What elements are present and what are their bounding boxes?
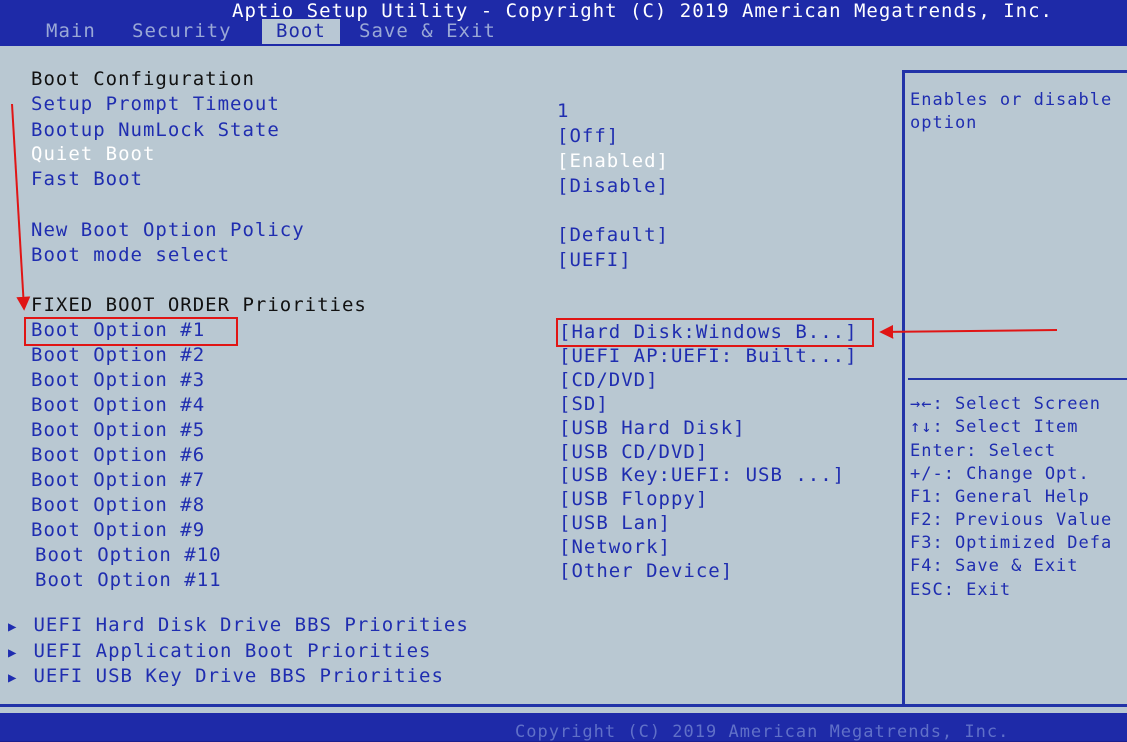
boot-option-7-value[interactable]: [USB Key:UEFI: USB ...] (559, 464, 845, 486)
setting-setup-prompt-timeout-value[interactable]: 1 (557, 100, 569, 122)
boot-option-4-value[interactable]: [SD] (559, 393, 609, 415)
submenu-uefi-application-boot[interactable]: ▶ UEFI Application Boot Priorities (8, 640, 431, 662)
setting-bootup-numlock-state[interactable]: Bootup NumLock State (31, 119, 280, 141)
tab-boot[interactable]: Boot (262, 19, 340, 44)
boot-option-9-value[interactable]: [USB Lan] (559, 512, 671, 534)
setting-new-boot-option-policy[interactable]: New Boot Option Policy (31, 219, 305, 241)
help-pane-top-border (902, 70, 1127, 73)
submenu-arrow-icon: ▶ (8, 670, 18, 686)
boot-option-3[interactable]: Boot Option #3 (31, 369, 205, 391)
help-key-esc: ESC: Exit (910, 580, 1012, 600)
help-key-enter: Enter: Select (910, 441, 1057, 461)
help-pane-separator (908, 378, 1127, 380)
boot-option-8-value[interactable]: [USB Floppy] (559, 488, 708, 510)
help-description-line1: Enables or disable (910, 90, 1113, 110)
footer-copyright: Copyright (C) 2019 American Megatrends, … (515, 722, 1010, 742)
setting-boot-mode-select[interactable]: Boot mode select (31, 244, 230, 266)
title-bar: Aptio Setup Utility - Copyright (C) 2019… (0, 0, 1127, 46)
footer-bar: Copyright (C) 2019 American Megatrends, … (0, 713, 1127, 742)
boot-option-6[interactable]: Boot Option #6 (31, 444, 205, 466)
boot-option-6-value[interactable]: [USB CD/DVD] (559, 441, 708, 463)
submenu-uefi-hard-disk-bbs[interactable]: ▶ UEFI Hard Disk Drive BBS Priorities (8, 614, 469, 636)
submenu-arrow-icon: ▶ (8, 619, 18, 635)
boot-option-9[interactable]: Boot Option #9 (31, 519, 205, 541)
setting-fast-boot-value[interactable]: [Disable] (557, 175, 669, 197)
setting-fast-boot[interactable]: Fast Boot (31, 168, 143, 190)
tab-security[interactable]: Security (132, 19, 232, 44)
submenu-arrow-icon: ▶ (8, 645, 18, 661)
submenu-label: UEFI Hard Disk Drive BBS Priorities (33, 614, 469, 636)
boot-option-5-value[interactable]: [USB Hard Disk] (559, 417, 746, 439)
setting-setup-prompt-timeout[interactable]: Setup Prompt Timeout (31, 93, 280, 115)
help-key-select-screen: →←: Select Screen (910, 394, 1101, 414)
boot-panel: Boot Configuration Setup Prompt Timeout … (0, 46, 1127, 713)
boot-option-7[interactable]: Boot Option #7 (31, 469, 205, 491)
settings-pane: Boot Configuration Setup Prompt Timeout … (0, 46, 902, 706)
tab-save-exit[interactable]: Save & Exit (359, 19, 496, 44)
help-key-f3: F3: Optimized Defa (910, 533, 1113, 553)
setting-boot-mode-select-value[interactable]: [UEFI] (557, 249, 632, 271)
boot-option-3-value[interactable]: [CD/DVD] (559, 369, 659, 391)
setting-bootup-numlock-value[interactable]: [Off] (557, 125, 619, 147)
boot-option-10[interactable]: Boot Option #10 (35, 544, 222, 566)
boot-option-4[interactable]: Boot Option #4 (31, 394, 205, 416)
help-key-select-item: ↑↓: Select Item (910, 417, 1079, 437)
window-title: Aptio Setup Utility - Copyright (C) 2019… (232, 0, 1053, 22)
help-key-f4: F4: Save & Exit (910, 556, 1079, 576)
setting-quiet-boot-value[interactable]: [Enabled] (557, 150, 669, 172)
help-key-change-opt: +/-: Change Opt. (910, 464, 1090, 484)
tab-main[interactable]: Main (46, 19, 96, 44)
help-key-f1: F1: General Help (910, 487, 1090, 507)
boot-option-2-value[interactable]: [UEFI AP:UEFI: Built...] (559, 345, 858, 367)
boot-option-5[interactable]: Boot Option #5 (31, 419, 205, 441)
highlight-box-boot-option-1 (24, 317, 238, 346)
pane-divider (902, 70, 905, 706)
boot-option-11-value[interactable]: [Other Device] (559, 560, 733, 582)
boot-option-11[interactable]: Boot Option #11 (35, 569, 222, 591)
boot-option-2[interactable]: Boot Option #2 (31, 344, 205, 366)
submenu-uefi-usb-key-bbs[interactable]: ▶ UEFI USB Key Drive BBS Priorities (8, 665, 444, 687)
help-description-line2: option (910, 113, 978, 133)
setting-quiet-boot[interactable]: Quiet Boot (31, 143, 155, 165)
submenu-label: UEFI Application Boot Priorities (33, 640, 432, 662)
section-title-fixed-boot-order: FIXED BOOT ORDER Priorities (31, 294, 367, 316)
panel-bottom-border (0, 704, 1127, 707)
help-key-f2: F2: Previous Value (910, 510, 1113, 530)
boot-option-8[interactable]: Boot Option #8 (31, 494, 205, 516)
setting-new-boot-option-policy-value[interactable]: [Default] (557, 224, 669, 246)
boot-option-10-value[interactable]: [Network] (559, 536, 671, 558)
section-title-boot-configuration: Boot Configuration (31, 68, 255, 90)
submenu-label: UEFI USB Key Drive BBS Priorities (33, 665, 444, 687)
highlight-box-boot-option-1-value (556, 318, 874, 347)
